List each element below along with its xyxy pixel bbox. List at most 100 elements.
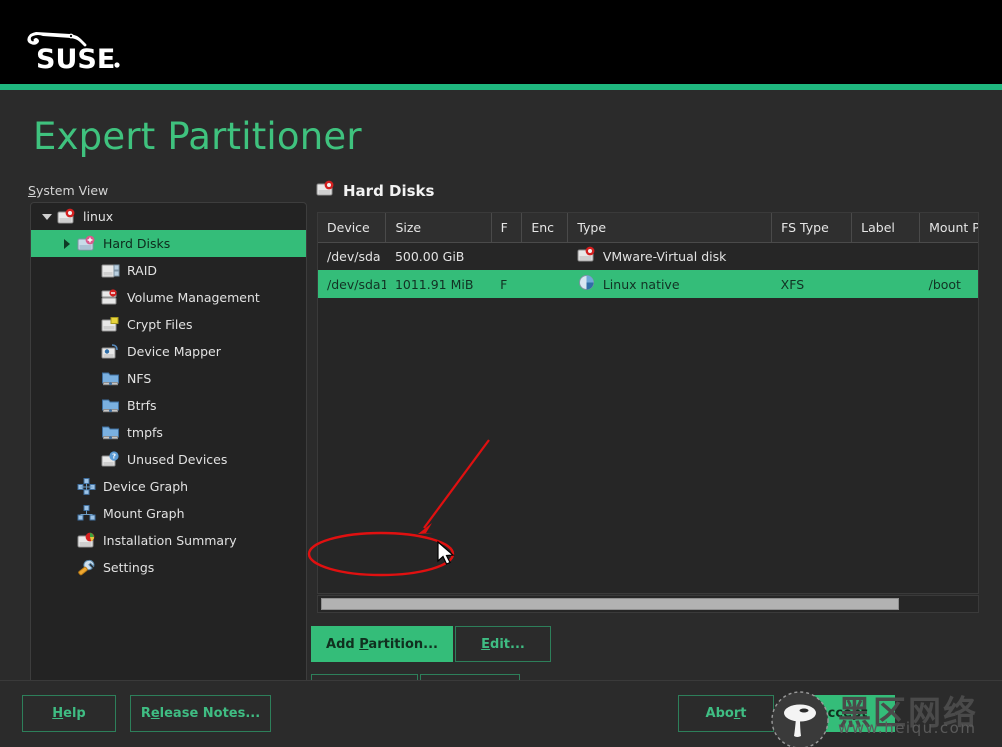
mount-graph-icon <box>75 505 97 522</box>
folder-network-icon <box>99 370 121 387</box>
page-title: Expert Partitioner <box>33 115 362 158</box>
sidebar-item-hard-disks[interactable]: Hard Disks <box>31 230 306 257</box>
cell-f <box>491 242 522 270</box>
suse-chameleon-logo: SUSE <box>22 16 132 72</box>
cell-fs-type <box>772 242 852 270</box>
device-graph-icon <box>75 478 97 495</box>
device-mapper-icon <box>99 343 121 360</box>
table-column-header[interactable]: Type <box>567 213 773 243</box>
table-column-header[interactable]: FS Type <box>771 213 853 243</box>
sidebar-item-tmpfs[interactable]: tmpfs <box>31 419 306 446</box>
table-row[interactable]: /dev/sda1 1011.91 MiB F Linux native XFS/bo… <box>318 270 978 298</box>
sidebar-item-label: Btrfs <box>127 398 157 413</box>
sidebar-item-label: Installation Summary <box>103 533 237 548</box>
svg-text:?: ? <box>111 453 115 461</box>
sidebar-item-nfs[interactable]: NFS <box>31 365 306 392</box>
add-partition-button[interactable]: Add Partition... <box>311 626 453 662</box>
partition-icon <box>577 274 596 294</box>
sidebar-item-label: Device Graph <box>103 479 189 494</box>
cell-enc <box>522 242 568 270</box>
sidebar-item-device-mapper[interactable]: Device Mapper <box>31 338 306 365</box>
accept-button[interactable]: Accept <box>790 695 895 732</box>
sidebar-item-raid[interactable]: RAID <box>31 257 306 284</box>
table-column-header[interactable]: Size <box>385 213 492 243</box>
main-body: Expert Partitioner System View linux Har… <box>0 90 1002 747</box>
section-title-text: Hard Disks <box>343 181 435 200</box>
cell-label <box>852 242 920 270</box>
add-partition-label: Add Partition... <box>326 636 438 652</box>
abort-button[interactable]: Abort <box>678 695 774 732</box>
sidebar-item-mount-graph[interactable]: Mount Graph <box>31 500 306 527</box>
sidebar-item-unused-devices[interactable]: ? Unused Devices <box>31 446 306 473</box>
table-column-header[interactable]: Device <box>318 213 387 243</box>
accept-label: Accept <box>817 706 868 721</box>
sidebar-item-installation-summary[interactable]: Installation Summary <box>31 527 306 554</box>
help-button[interactable]: Help <box>22 695 116 732</box>
cell-size: 500.00 GiB <box>394 248 465 264</box>
cell-label <box>851 270 920 298</box>
system-view-label-rest: ystem View <box>35 183 109 198</box>
cell-type: VMware-Virtual disk <box>568 242 772 270</box>
table-column-header[interactable]: Label <box>851 213 921 243</box>
hard-disk-add-icon <box>75 235 97 252</box>
sidebar-item-label: Crypt Files <box>127 317 193 332</box>
system-view-tree[interactable]: linux Hard Disks RAID Volume Management … <box>30 202 307 747</box>
cell-enc <box>521 270 568 298</box>
sidebar-item-device-graph[interactable]: Device Graph <box>31 473 306 500</box>
cell-f: F <box>491 270 522 298</box>
table-row[interactable]: /dev/sda 500.00 GiB VMware-Virtual disk <box>318 242 978 270</box>
unused-devices-icon: ? <box>99 451 121 468</box>
sidebar-item-label: NFS <box>127 371 152 386</box>
cell-type: Linux native <box>567 270 772 298</box>
cell-type-label: Linux native <box>602 276 680 292</box>
table-column-header[interactable]: Mount Point <box>919 213 978 243</box>
logo-bar: SUSE <box>0 0 1002 84</box>
hard-disk-icon <box>55 208 77 225</box>
hard-disk-icon <box>577 246 596 266</box>
crypt-files-icon <box>99 316 121 333</box>
footer-divider <box>0 680 1002 681</box>
cell-mount-point <box>920 242 978 270</box>
sidebar-item-label: Hard Disks <box>103 236 171 251</box>
sidebar-item-label: Unused Devices <box>127 452 228 467</box>
section-title: Hard Disks <box>316 180 434 201</box>
sidebar-item-linux[interactable]: linux <box>31 203 306 230</box>
horizontal-scrollbar[interactable] <box>317 595 979 613</box>
sidebar-item-label: RAID <box>127 263 158 278</box>
cell-device: /dev/sda1 <box>318 270 386 298</box>
table-header-row: DeviceSizeFEncTypeFS TypeLabelMount Poin… <box>318 213 978 243</box>
sidebar-item-crypt-files[interactable]: Crypt Files <box>31 311 306 338</box>
sidebar-item-volume-management[interactable]: Volume Management <box>31 284 306 311</box>
cell-device: /dev/sda <box>327 248 381 264</box>
table-column-header[interactable]: Enc <box>521 213 569 243</box>
sidebar-item-label: Device Mapper <box>127 344 221 359</box>
chevron-down-icon <box>39 213 55 220</box>
system-view-accel: S <box>28 183 36 198</box>
scrollbar-thumb[interactable] <box>321 598 899 610</box>
folder-network-icon <box>99 397 121 414</box>
table-column-header[interactable]: F <box>491 213 523 243</box>
wrench-icon <box>75 559 97 576</box>
table-body: /dev/sda 500.00 GiB VMware-Virtual disk/d… <box>318 242 978 298</box>
raid-icon <box>99 262 121 279</box>
install-summary-icon <box>75 532 97 549</box>
cell-fs-type: XFS <box>771 270 852 298</box>
help-label: Help <box>52 706 86 721</box>
expert-partitioner-window: SUSE Expert Partitioner System View linu… <box>0 0 1002 747</box>
sidebar-item-btrfs[interactable]: Btrfs <box>31 392 306 419</box>
sidebar-item-settings[interactable]: Settings <box>31 554 306 581</box>
edit-button[interactable]: Edit... <box>455 626 551 662</box>
cell-type-label: VMware-Virtual disk <box>602 248 727 264</box>
system-view-label: System View <box>28 183 108 198</box>
cell-size: 1011.91 MiB <box>385 270 492 298</box>
hard-disk-icon <box>316 180 335 201</box>
partitions-table: DeviceSizeFEncTypeFS TypeLabelMount Poin… <box>318 213 978 298</box>
svg-text:SUSE: SUSE <box>36 44 115 72</box>
volume-management-icon <box>99 289 121 306</box>
release-notes-button[interactable]: Release Notes... <box>130 695 271 732</box>
sidebar-item-label: linux <box>83 209 114 224</box>
sidebar-item-label: tmpfs <box>127 425 163 440</box>
partitions-table-container[interactable]: DeviceSizeFEncTypeFS TypeLabelMount Poin… <box>317 212 979 594</box>
chevron-right-icon <box>59 238 75 249</box>
abort-label: Abort <box>705 706 747 721</box>
